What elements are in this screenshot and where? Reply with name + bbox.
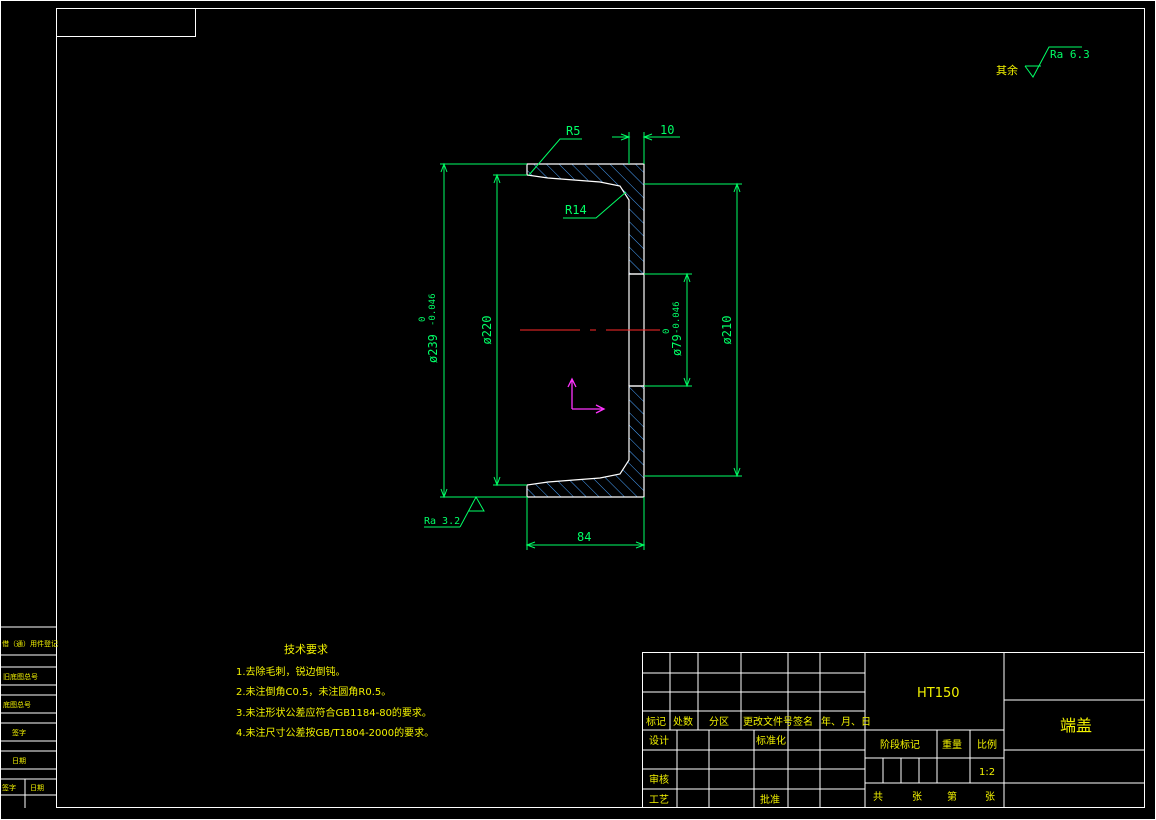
cad-drawing: 其余 Ra 6.3 R5 10 R14 84 Ra 3.2 ø239 0 -0.…: [0, 0, 1156, 820]
side-table-row-5: 日期: [12, 757, 26, 765]
tb-header-sign: 签名: [793, 715, 813, 728]
tb-header-count: 处数: [673, 715, 693, 728]
dim-r5: R5: [566, 124, 580, 138]
tb-scale-label: 比例: [977, 738, 997, 751]
side-table-row-3: 底图总号: [3, 700, 31, 709]
tech-req-title: 技术要求: [284, 643, 328, 656]
tb-sheet-unit-2: 张: [985, 791, 995, 803]
drawing-border: [56, 8, 1145, 808]
tb-standardization: 标准化: [756, 734, 786, 747]
tb-review: 审核: [649, 773, 669, 786]
side-table-row-1: 借（通）用件登记: [2, 639, 58, 648]
tb-header-mark: 标记: [646, 716, 666, 728]
tech-req-item-2: 2.未注倒角C0.5，未注圆角R0.5。: [236, 685, 391, 698]
dim-od-210: ø210: [720, 316, 734, 345]
dim-length-84: 84: [577, 530, 591, 544]
ucs-icon: [567, 377, 606, 414]
tb-header-zone: 分区: [709, 716, 729, 728]
dim-od-tol-upper: 0: [418, 317, 428, 322]
tb-header-date: 年、月、日: [821, 715, 871, 728]
dim-bore-tol-upper: 0: [662, 329, 672, 334]
dim-id-220: ø220: [480, 316, 494, 345]
material: HT150: [917, 686, 960, 701]
tb-weight: 重量: [942, 738, 962, 751]
dim-thickness-10: 10: [660, 123, 674, 137]
dim-od-tol-lower: -0.046: [428, 293, 438, 326]
tb-header-change-doc: 更改文件号: [743, 715, 793, 728]
part-section: [520, 163, 660, 498]
tb-stage-mark: 阶段标记: [880, 738, 920, 751]
side-table-row-2: 旧底图总号: [3, 672, 38, 681]
part-name: 端盖: [1060, 716, 1092, 735]
tb-approve: 批准: [760, 793, 780, 806]
roughness-face-value: Ra 3.2: [424, 516, 460, 527]
tb-scale-value: 1:2: [979, 767, 995, 778]
dim-r14: R14: [565, 203, 587, 217]
side-table: [0, 626, 56, 808]
tb-design: 设计: [649, 734, 669, 747]
tb-sheet-unit: 张: [912, 791, 922, 803]
side-table-row-4: 签字: [12, 728, 26, 737]
tech-req-item-4: 4.未注尺寸公差按GB/T1804-2000的要求。: [236, 726, 434, 739]
side-table-bottom-1: 签字: [2, 783, 16, 792]
roughness-other-label: 其余: [996, 63, 1018, 77]
tb-total: 共: [873, 791, 883, 803]
roughness-other-symbol: 其余 Ra 6.3: [996, 46, 1090, 78]
tech-req-item-3: 3.未注形状公差应符合GB1184-80的要求。: [236, 706, 432, 719]
top-left-code-box: [56, 8, 196, 37]
hatch-top-flange: [526, 163, 645, 275]
tb-sheet: 第: [947, 790, 957, 803]
dim-bore-79: ø79: [670, 334, 684, 356]
tb-process: 工艺: [649, 794, 669, 806]
dim-bore-tol-lower: -0.046: [672, 301, 682, 334]
side-table-bottom-2: 日期: [30, 784, 44, 792]
roughness-other-value: Ra 6.3: [1050, 48, 1090, 61]
tech-req-item-1: 1.去除毛刺，锐边倒钝。: [236, 665, 346, 678]
dim-od-239: ø239: [426, 334, 440, 363]
hatch-bottom-flange: [526, 385, 645, 498]
